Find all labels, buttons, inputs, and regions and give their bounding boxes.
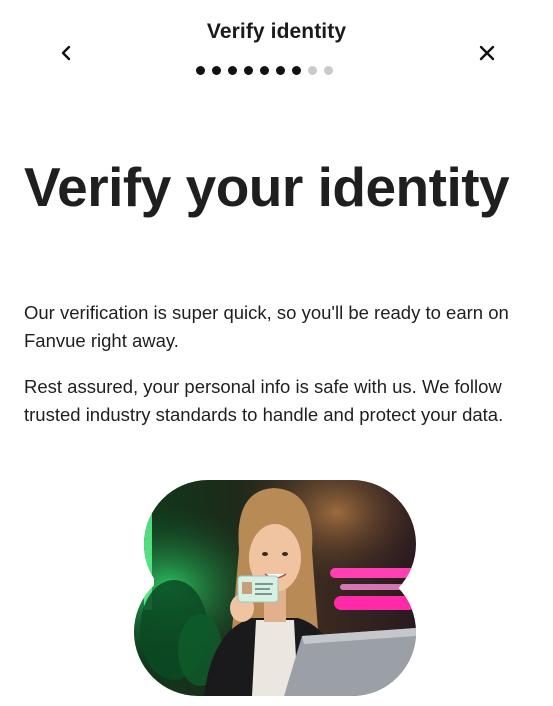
chevron-left-icon (61, 45, 71, 61)
step-dot-completed (212, 66, 221, 75)
close-button[interactable] (472, 38, 502, 68)
step-dot-completed (260, 66, 269, 75)
step-dot-completed (292, 66, 301, 75)
headline: Verify your identity (24, 156, 510, 218)
step-dot-completed (196, 66, 205, 75)
person-holding-id-image (134, 480, 416, 696)
close-icon (479, 45, 495, 61)
step-dot-completed (276, 66, 285, 75)
step-dot-completed (244, 66, 253, 75)
intro-paragraph: Our verification is super quick, so you'… (24, 302, 509, 351)
hero-illustration (134, 480, 416, 696)
privacy-paragraph: Rest assured, your personal info is safe… (24, 376, 504, 425)
page-title: Verify identity (206, 20, 347, 43)
step-dot-pending (308, 66, 317, 75)
step-dot-pending (324, 66, 333, 75)
top-bar: Verify identity (0, 0, 553, 90)
step-progress (196, 66, 333, 75)
step-dot-completed (228, 66, 237, 75)
